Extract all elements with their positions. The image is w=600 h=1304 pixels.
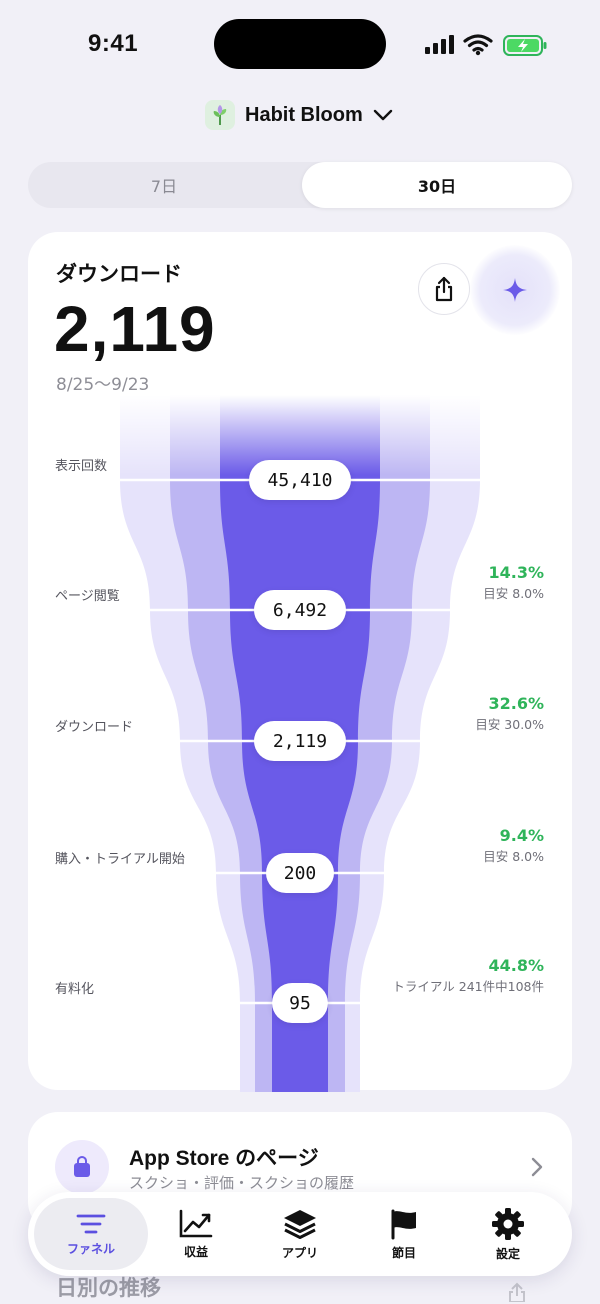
metric-value: 2,119	[54, 293, 216, 365]
metric-date-range: 8/25〜9/23	[56, 375, 150, 395]
tab-funnel[interactable]: ファネル	[34, 1198, 148, 1270]
share-button[interactable]	[418, 263, 470, 315]
wifi-icon	[463, 34, 493, 52]
funnel-stage-rate-note: 目安 30.0%	[475, 717, 544, 732]
funnel-stage-rate: 44.8% トライアル 241件中108件	[392, 956, 544, 995]
funnel-stage-value: 95	[272, 983, 328, 1023]
tab-apps[interactable]: アプリ	[244, 1192, 356, 1276]
ai-insight-button[interactable]	[486, 261, 544, 319]
gear-icon	[492, 1207, 524, 1240]
funnel-stage-rate: 9.4% 目安 8.0%	[483, 826, 544, 865]
funnel-stage-rate: 32.6% 目安 30.0%	[475, 694, 544, 733]
tab-revenue-label: 収益	[183, 1244, 208, 1259]
funnel-lines-icon	[76, 1214, 106, 1233]
tab-bar: ファネル 収益 アプリ 節目 設定	[28, 1192, 572, 1276]
funnel-stage-value: 2,119	[254, 721, 346, 761]
tab-milestones[interactable]: 節目	[348, 1192, 460, 1276]
cellular-signal-icon	[425, 35, 454, 54]
funnel-stage-value: 200	[266, 853, 334, 893]
metric-title: ダウンロード	[56, 262, 182, 286]
funnel-stage-rate-note: 目安 8.0%	[483, 849, 544, 864]
funnel-stage-value: 45,410	[249, 460, 351, 500]
period-option-30d[interactable]: 30日	[302, 162, 572, 208]
app-name: Habit Bloom	[245, 103, 363, 126]
chevron-right-icon	[530, 1156, 544, 1182]
app-icon	[205, 100, 235, 130]
app-store-subtitle: スクショ・評価・スクショの履歴	[129, 1174, 355, 1192]
sprout-icon	[213, 105, 227, 125]
funnel-stage-label: ダウンロード	[55, 720, 134, 735]
sparkle-icon	[503, 278, 527, 302]
funnel-stage-rate-note: トライアル 241件中108件	[392, 979, 544, 994]
tab-revenue[interactable]: 収益	[140, 1192, 252, 1276]
funnel-stage-rate-percent: 32.6%	[488, 694, 544, 713]
funnel-stage-label: 有料化	[55, 982, 95, 997]
layers-icon	[284, 1209, 316, 1239]
funnel-stage-rate-percent: 9.4%	[499, 826, 544, 845]
tab-settings[interactable]: 設定	[452, 1192, 564, 1276]
tab-funnel-label: ファネル	[66, 1241, 115, 1256]
tab-settings-label: 設定	[495, 1246, 520, 1261]
funnel-stage-rate-percent: 14.3%	[488, 563, 544, 582]
funnel-stage-label: ページ閲覧	[55, 589, 120, 604]
flag-icon	[391, 1209, 416, 1239]
store-bag-badge	[55, 1140, 109, 1194]
period-option-7d[interactable]: 7日	[28, 162, 300, 208]
funnel-chart: 表示回数 45,410 ページ閲覧 6,492 14.3% 目安 8.0% ダウンロード 2,…	[28, 395, 572, 1095]
status-icons	[424, 32, 548, 58]
tab-apps-label: アプリ	[281, 1245, 318, 1260]
period-segmented-control: 7日 30日	[28, 162, 572, 208]
funnel-stage-rate: 14.3% 目安 8.0%	[483, 563, 544, 602]
funnel-stage-rate-percent: 44.8%	[488, 956, 544, 975]
funnel-stage-label: 購入・トライアル開始	[55, 852, 185, 867]
status-time: 9:41	[88, 30, 139, 57]
dynamic-island	[214, 19, 386, 69]
funnel-stage-rate-note: 目安 8.0%	[483, 586, 544, 601]
tab-milestones-label: 節目	[391, 1245, 416, 1260]
share-icon	[435, 276, 453, 302]
app-switcher[interactable]: Habit Bloom	[205, 97, 393, 133]
daily-share-icon[interactable]	[506, 1282, 528, 1304]
funnel-stage-value: 6,492	[254, 590, 346, 630]
chevron-down-icon	[373, 109, 392, 121]
chart-line-icon	[179, 1209, 213, 1237]
daily-trend-title: 日別の推移	[56, 1276, 161, 1300]
app-store-title: App Store のページ	[129, 1147, 319, 1170]
funnel-stage-label: 表示回数	[55, 459, 108, 474]
battery-charging-icon	[503, 35, 547, 56]
shopping-bag-icon	[74, 1155, 90, 1177]
